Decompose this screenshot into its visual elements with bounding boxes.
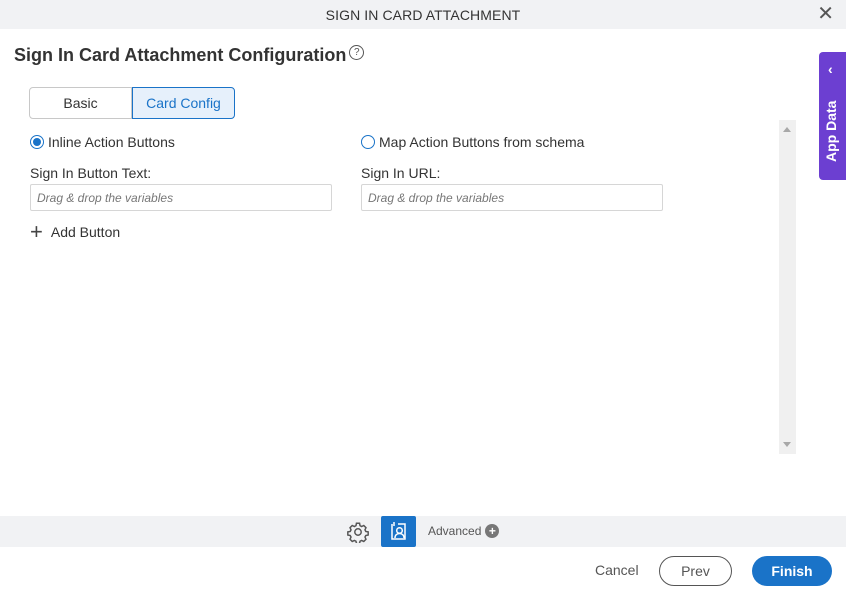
scroll-down-arrow-icon[interactable] <box>783 442 791 447</box>
tab-bar: Basic Card Config <box>29 87 235 119</box>
radio-selected-icon[interactable] <box>30 135 44 149</box>
page-title: Sign In Card Attachment Configuration ? <box>14 45 365 66</box>
tab-card-config[interactable]: Card Config <box>132 87 235 119</box>
advanced-toggle[interactable]: Advanced + <box>428 524 500 538</box>
app-data-label: App Data <box>823 100 839 162</box>
plus-icon: + <box>30 219 43 244</box>
radio-map-label: Map Action Buttons from schema <box>379 134 585 150</box>
bottom-toolbar <box>0 516 846 547</box>
scroll-up-arrow-icon[interactable] <box>783 127 791 132</box>
vertical-scrollbar[interactable] <box>779 120 796 454</box>
gear-icon[interactable] <box>347 521 369 543</box>
contact-card-icon <box>391 522 406 540</box>
chevron-left-icon: ‹ <box>828 61 833 77</box>
plus-circle-icon: + <box>485 524 500 538</box>
radio-inline-label: Inline Action Buttons <box>48 134 175 150</box>
sign-in-button-text-input[interactable]: Drag & drop the variables <box>30 184 332 211</box>
close-icon[interactable]: ✕ <box>817 4 834 24</box>
page-title-text: Sign In Card Attachment Configuration <box>14 45 347 65</box>
sign-in-button-text-label: Sign In Button Text: <box>30 165 152 181</box>
cancel-button[interactable]: Cancel <box>595 562 639 578</box>
tab-basic[interactable]: Basic <box>29 87 132 119</box>
app-data-panel-toggle[interactable]: ‹ App Data <box>819 52 846 180</box>
dialog-title: SIGN IN CARD ATTACHMENT <box>325 6 521 23</box>
sign-in-url-label: Sign In URL: <box>361 165 441 181</box>
dialog-titlebar: SIGN IN CARD ATTACHMENT ✕ <box>0 0 846 29</box>
sign-in-url-input[interactable]: Drag & drop the variables <box>361 184 663 211</box>
radio-map-action-buttons[interactable]: Map Action Buttons from schema <box>361 134 584 150</box>
add-button-label: Add Button <box>50 224 121 240</box>
radio-unselected-icon[interactable] <box>361 135 375 149</box>
radio-inline-action-buttons[interactable]: Inline Action Buttons <box>30 134 175 150</box>
card-view-button[interactable] <box>381 516 416 547</box>
finish-button[interactable]: Finish <box>752 556 832 586</box>
advanced-label: Advanced <box>428 524 482 538</box>
prev-button[interactable]: Prev <box>659 556 732 586</box>
help-icon[interactable]: ? <box>349 45 365 60</box>
add-button[interactable]: + Add Button <box>30 219 121 244</box>
